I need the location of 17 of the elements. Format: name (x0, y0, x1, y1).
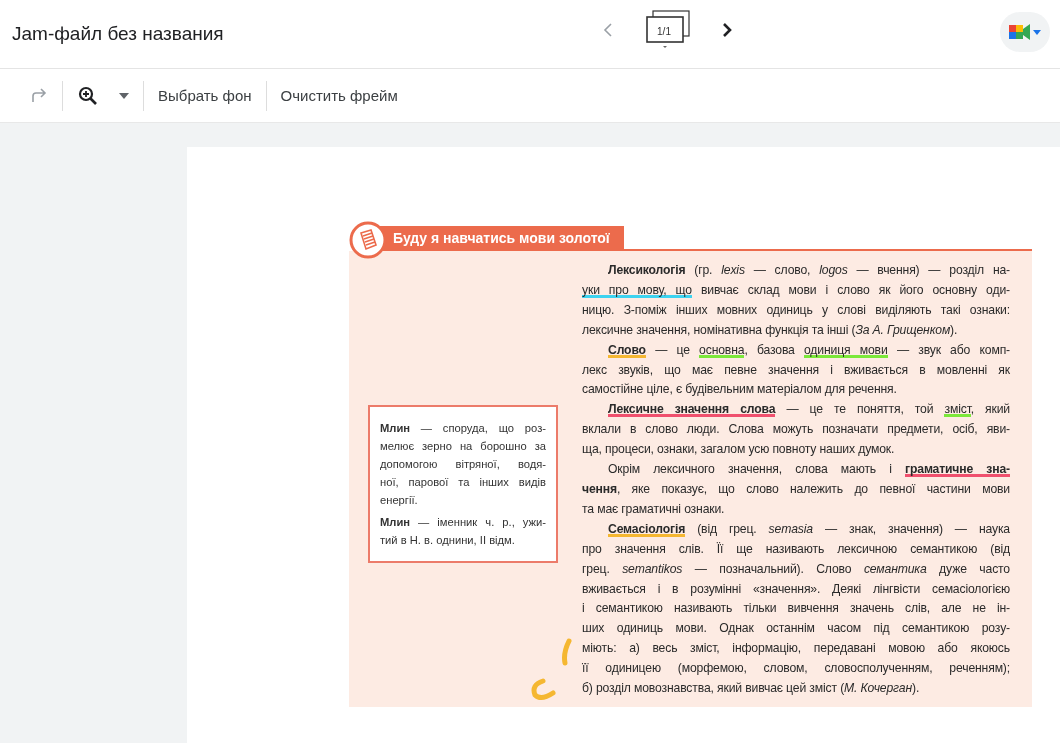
frame-counter[interactable]: 1/1 (644, 8, 692, 52)
caret-icon (1033, 29, 1041, 35)
zoom-in-icon (77, 84, 99, 107)
definition-text: Млин — іменник ч. р., ужи- тий в Н. в. однини, II відм. (380, 515, 546, 548)
video-call-button[interactable] (1000, 12, 1050, 52)
document-title: Jam-файл без названия (12, 23, 224, 45)
paragraph: Семасіологія (від грец. semasia — знак, значення) — наука про значення слів. Її ще називають лексичною семантикою (від грец. semantikos — позначальний). Слово семантика дуже часто вживається і в розумінні «значення». Деякі лінгвісти семасіологією і семантикою називають тільки вивчення значень слів, але не ін- ших одиниць мови. Однак останнім часом під семантикою розу- міють: а) весь зміст, інформацію, передавані мовою або якоюсь її одиницею (морфемою, словом, словосполученням, реченням); б) розділ мовознавства, який вивчає цей зміст (М. Кочерган). (582, 520, 1010, 698)
toolbar-button[interactable]: Выбрать фон (152, 81, 258, 110)
paragraph: Слово — це основна, базова одиниця мови — звук або комп- лекс звуків, що має певне значення і вживається в мовленні як самостійне ціле, є будівельним матеріалом для речення. (582, 341, 1010, 399)
paragraph: Лексикологія (гр. lexis — слово, logos — вчення) — розділ на- уки про мову, що вивчає склад мови і слово як його основну оди- ницю. З-поміж інших мовних одиниць у слові виділяють такі ознаки: лексичне значення, номінативна функція та інші (За А. Грищенком). (582, 262, 1010, 339)
caret-icon (119, 92, 129, 99)
definition-text: Млин — споруда, що роз- мелює зерно на борошно за допомогою вітряної, водя- ної, парової та інших видів енергії. (380, 421, 546, 508)
book-icon (349, 221, 387, 259)
toolbar-button[interactable]: Очистить фрейм (274, 81, 404, 110)
paragraph: Окрім лексичного значення, слова мають і граматичне зна- чення, яке показує, що слово належить до певної частини мови та має граматичні ознаки. (582, 461, 1010, 518)
video-camera-icon (1009, 23, 1031, 41)
paragraph: Лексичне значення слова — це те поняття, той зміст, який вклали в слово люди. Слова можуть позначати предмети, осіб, яви- ща, процеси, ознаки, загалом усю повноту наших думок. (582, 401, 1010, 459)
